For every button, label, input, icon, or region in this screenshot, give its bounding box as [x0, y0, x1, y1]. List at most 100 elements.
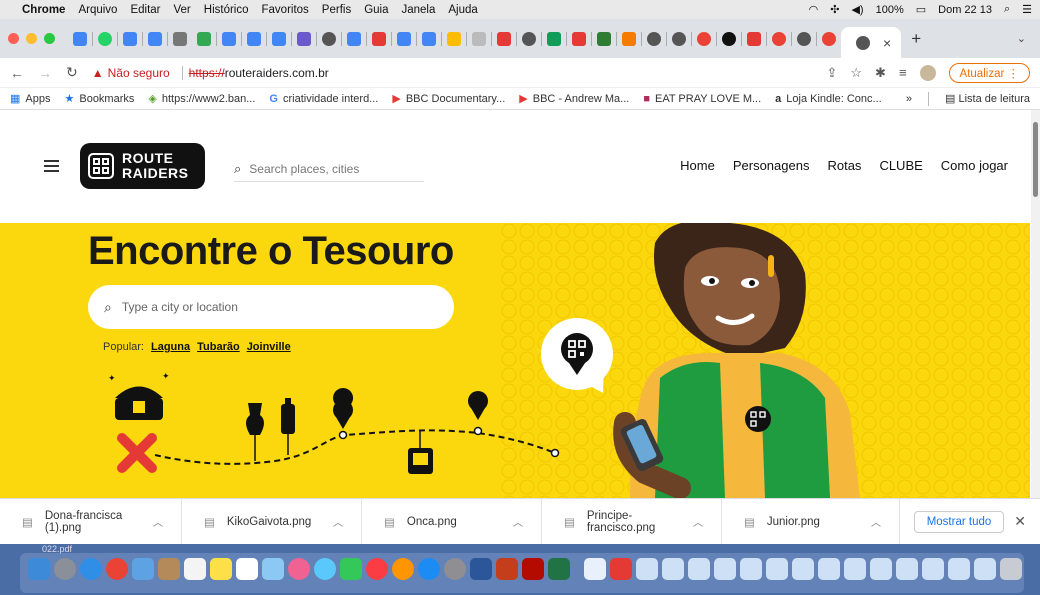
powerpoint-icon[interactable]	[496, 558, 518, 580]
menu-ajuda[interactable]: Ajuda	[448, 4, 477, 16]
image-file-icon[interactable]	[688, 558, 710, 580]
hero-search-input[interactable]: ⌕ Type a city or location	[88, 285, 454, 329]
reading-list-button[interactable]: ▤ Lista de leitura	[945, 92, 1030, 105]
safari-icon[interactable]	[80, 558, 102, 580]
tab-sheets-icon[interactable]	[547, 31, 561, 46]
download-item[interactable]: ▤ KikoGaivota.png ︿	[182, 499, 362, 544]
popular-link-joinville[interactable]: Joinville	[247, 341, 291, 353]
trash-icon[interactable]	[1000, 558, 1022, 580]
menu-favoritos[interactable]: Favoritos	[262, 4, 309, 16]
tab-chrome-icon[interactable]	[522, 31, 536, 46]
image-file-icon[interactable]	[662, 558, 684, 580]
app-store-icon[interactable]	[418, 558, 440, 580]
bookmark-criatividade[interactable]: Gcriatividade interd...	[269, 93, 378, 105]
tab-docs-icon[interactable]	[123, 31, 137, 46]
bookmark-bbc-andrew[interactable]: ▶ BBC - Andrew Ma...	[519, 92, 629, 106]
tab-chrome-icon[interactable]	[797, 31, 811, 46]
minimize-window-button[interactable]	[26, 33, 37, 44]
books-icon[interactable]	[392, 558, 414, 580]
tab-site-icon[interactable]	[472, 31, 486, 46]
menu-app-name[interactable]: Chrome	[22, 4, 65, 16]
popular-link-tubarao[interactable]: Tubarão	[197, 341, 240, 353]
forward-arrow-icon[interactable]: →	[38, 65, 52, 81]
bookmark-apps[interactable]: ▦ Apps	[10, 92, 50, 106]
image-file-icon[interactable]	[974, 558, 996, 580]
control-center-icon[interactable]: ☰	[1022, 3, 1032, 16]
tab-google-icon[interactable]	[697, 31, 711, 46]
finder-icon[interactable]	[28, 558, 50, 580]
zoom-window-button[interactable]	[44, 33, 55, 44]
tab-docs-icon[interactable]	[272, 31, 286, 46]
site-logo[interactable]: ROUTE RAIDERS	[80, 143, 205, 189]
popular-link-laguna[interactable]: Laguna	[151, 341, 190, 353]
update-button[interactable]: Atualizar ⋮	[948, 62, 1030, 83]
menu-janela[interactable]: Janela	[402, 4, 436, 16]
chevron-up-icon[interactable]: ︿	[871, 514, 881, 529]
tab-google-icon[interactable]	[772, 31, 786, 46]
insecure-label[interactable]: Não seguro	[108, 66, 170, 80]
image-file-icon[interactable]	[766, 558, 788, 580]
photos-app-icon[interactable]	[262, 558, 284, 580]
volume-icon[interactable]: ◀)	[851, 3, 863, 16]
notes-icon[interactable]	[210, 558, 232, 580]
menu-editar[interactable]: Editar	[130, 4, 160, 16]
menu-guia[interactable]: Guia	[364, 4, 388, 16]
tab-site-icon[interactable]	[447, 31, 461, 46]
tab-whatsapp-icon[interactable]	[98, 31, 112, 46]
extensions-icon[interactable]: ✱	[875, 65, 886, 81]
tab-site-icon[interactable]	[372, 31, 386, 46]
profile-avatar[interactable]	[919, 64, 936, 81]
bookmark-star-icon[interactable]: ☆	[850, 65, 862, 81]
pdf-file-icon[interactable]	[610, 558, 632, 580]
tab-search-chevron-icon[interactable]: ⌄	[1017, 32, 1026, 45]
close-icon[interactable]: ✕	[1014, 513, 1026, 530]
menu-historico[interactable]: Histórico	[204, 4, 249, 16]
tab-site-icon[interactable]	[597, 31, 611, 46]
calendar-icon[interactable]	[184, 558, 206, 580]
image-file-icon[interactable]	[870, 558, 892, 580]
download-item[interactable]: ▤ Dona-francisca (1).png ︿	[0, 499, 182, 544]
tab-site-icon[interactable]	[722, 31, 736, 46]
tab-docs-icon[interactable]	[222, 31, 236, 46]
image-file-icon[interactable]	[948, 558, 970, 580]
tab-google-icon[interactable]	[822, 31, 836, 46]
word-icon[interactable]	[470, 558, 492, 580]
facetime-icon[interactable]	[340, 558, 362, 580]
acrobat-icon[interactable]	[522, 558, 544, 580]
warning-icon[interactable]: ▲	[92, 66, 104, 80]
launchpad-icon[interactable]	[54, 558, 76, 580]
excel-icon[interactable]	[548, 558, 570, 580]
contacts-icon[interactable]	[158, 558, 180, 580]
chevron-up-icon[interactable]: ︿	[513, 514, 523, 529]
chevron-up-icon[interactable]: ︿	[693, 514, 703, 529]
image-file-icon[interactable]	[740, 558, 762, 580]
menu-perfis[interactable]: Perfis	[322, 4, 351, 16]
menu-arquivo[interactable]: Arquivo	[78, 4, 117, 16]
tab-site-icon[interactable]	[297, 31, 311, 46]
image-file-icon[interactable]	[818, 558, 840, 580]
photos-icon[interactable]	[288, 558, 310, 580]
bookmark-bbc-documentary[interactable]: ▶ BBC Documentary...	[392, 92, 505, 106]
image-file-icon[interactable]	[636, 558, 658, 580]
download-item[interactable]: ▤ Onca.png ︿	[362, 499, 542, 544]
share-icon[interactable]: ⇪	[826, 65, 837, 81]
battery-percent[interactable]: 100%	[876, 4, 904, 16]
nav-como-jogar[interactable]: Como jogar	[941, 158, 1008, 173]
tab-drive-icon[interactable]	[197, 31, 211, 46]
omnibox[interactable]: ▲ Não seguro https:// routeraiders.com.b…	[92, 65, 329, 80]
reading-list-icon[interactable]: ≡	[899, 65, 907, 80]
scrollbar-thumb[interactable]	[1033, 122, 1038, 197]
tab-docs-icon[interactable]	[73, 31, 87, 46]
tab-chrome-icon[interactable]	[672, 31, 686, 46]
download-item[interactable]: ▤ Principe-francisco.png ︿	[542, 499, 722, 544]
system-preferences-icon[interactable]	[444, 558, 466, 580]
preview-icon[interactable]	[132, 558, 154, 580]
battery-icon[interactable]: ▭	[916, 3, 926, 16]
tab-docs-icon[interactable]	[148, 31, 162, 46]
image-file-icon[interactable]	[922, 558, 944, 580]
tab-opera-icon[interactable]	[497, 31, 511, 46]
reload-icon[interactable]: ↻	[66, 64, 78, 81]
bookmark-kindle[interactable]: a Loja Kindle: Conc...	[775, 93, 882, 105]
menu-ver[interactable]: Ver	[174, 4, 191, 16]
tab-docs-icon[interactable]	[247, 31, 261, 46]
